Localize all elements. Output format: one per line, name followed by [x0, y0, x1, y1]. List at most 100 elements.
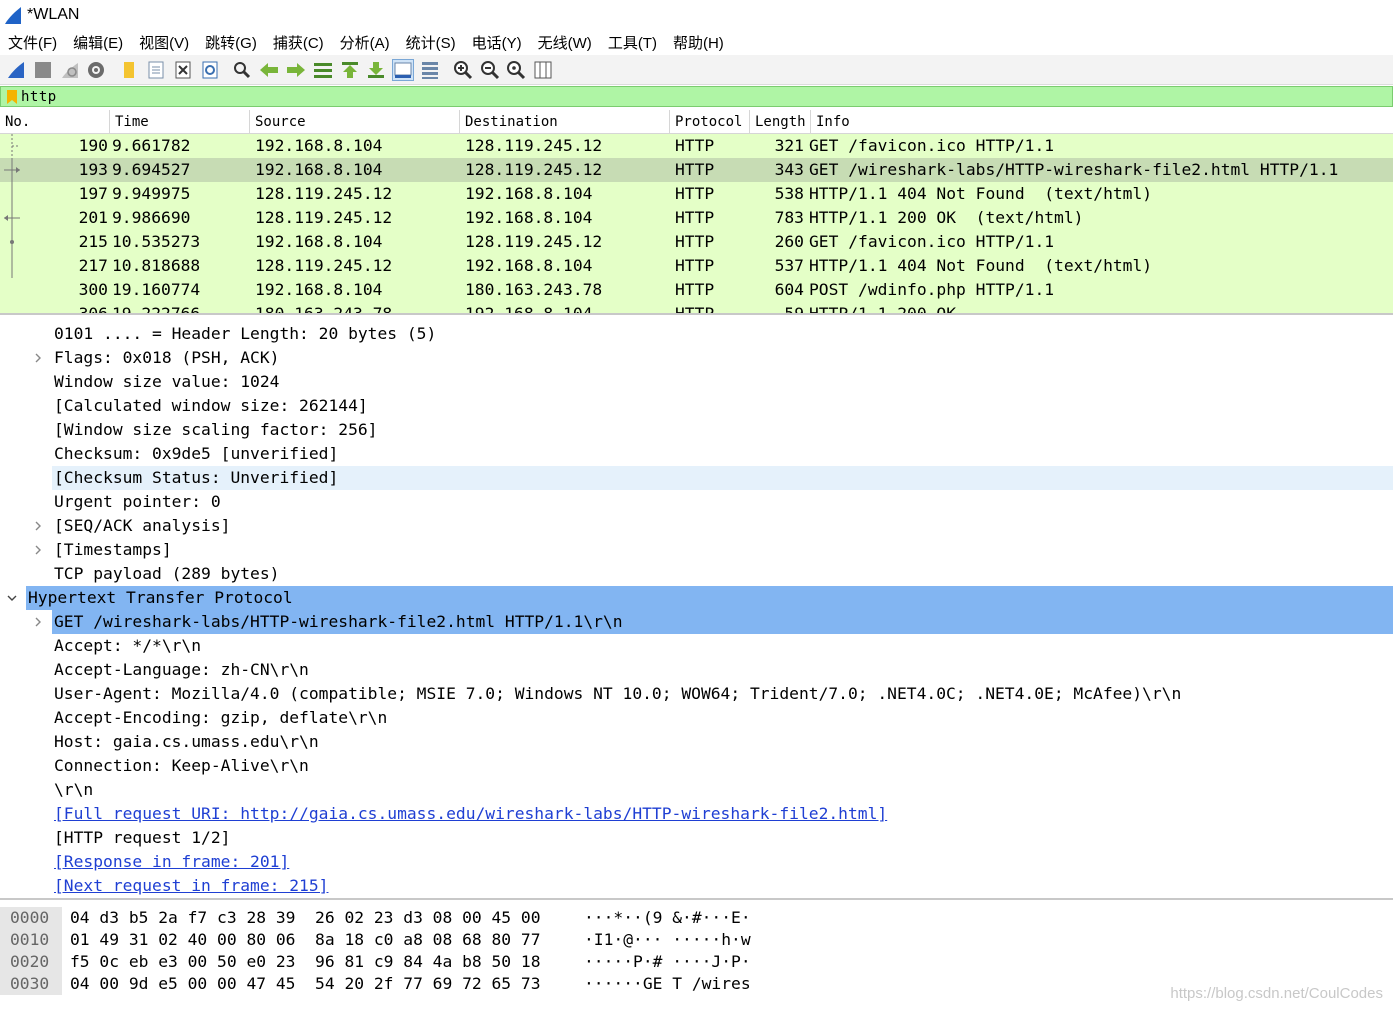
detail-row[interactable]: [Response in frame: 201] — [0, 850, 1393, 874]
packet-row[interactable]: 217 10.818688 128.119.245.12 192.168.8.104 H… — [0, 254, 1393, 278]
find-packet-button[interactable] — [231, 59, 253, 81]
packet-row[interactable]: 201 9.986690 128.119.245.12 192.168.8.104 HT… — [0, 206, 1393, 230]
bytes-ascii[interactable]: ·····P·# ····J·P· — [580, 951, 751, 973]
zoom-in-button[interactable] — [452, 59, 474, 81]
packet-row[interactable]: 193 9.694527 192.168.8.104 128.119.245.12 HT… — [0, 158, 1393, 182]
chevron-right-icon[interactable] — [31, 346, 45, 370]
start-capture-button[interactable] — [5, 59, 27, 81]
detail-row[interactable]: GET /wireshark-labs/HTTP-wireshark-file2… — [0, 610, 1393, 634]
detail-link[interactable]: [Next request in frame: 215] — [54, 874, 328, 898]
detail-row[interactable]: Accept-Language: zh-CN\r\n — [0, 658, 1393, 682]
bytes-row[interactable]: 0000 04 d3 b5 2a f7 c3 28 39 26 02 23 d3 … — [0, 907, 1393, 929]
packet-row[interactable]: 306 19.222766 180.163.243.78 192.168.8.104 H… — [0, 302, 1393, 313]
bytes-hex[interactable]: 04 00 9d e5 00 00 47 45 54 20 2f 77 69 7… — [62, 973, 580, 995]
resize-columns-button[interactable] — [532, 59, 554, 81]
detail-row[interactable]: Urgent pointer: 0 — [0, 490, 1393, 514]
menu-go[interactable]: 跳转(G) — [197, 32, 265, 53]
detail-row[interactable]: Window size value: 1024 — [0, 370, 1393, 394]
packet-row[interactable]: 215 10.535273 192.168.8.104 128.119.245.12 H… — [0, 230, 1393, 254]
detail-row[interactable]: \r\n — [0, 778, 1393, 802]
chevron-right-icon[interactable] — [31, 610, 45, 634]
menu-wireless[interactable]: 无线(W) — [530, 32, 600, 53]
reload-file-button[interactable] — [199, 59, 221, 81]
column-header-protocol[interactable]: Protocol — [670, 110, 750, 133]
go-forward-button[interactable] — [285, 59, 307, 81]
detail-row[interactable]: [Full request URI: http://gaia.cs.umass.… — [0, 802, 1393, 826]
bytes-hex[interactable]: 04 d3 b5 2a f7 c3 28 39 26 02 23 d3 08 0… — [62, 907, 580, 929]
menu-view[interactable]: 视图(V) — [131, 32, 197, 53]
close-file-button[interactable] — [172, 59, 194, 81]
auto-scroll-button[interactable] — [392, 58, 415, 81]
packet-length: 604 — [774, 280, 804, 299]
column-header-no[interactable]: No. — [0, 110, 110, 133]
column-header-time[interactable]: Time — [110, 110, 250, 133]
normal-size-button[interactable] — [505, 59, 527, 81]
go-last-button[interactable] — [365, 59, 387, 81]
bytes-row[interactable]: 0010 01 49 31 02 40 00 80 06 8a 18 c0 a8 … — [0, 929, 1393, 951]
detail-row[interactable]: [Next request in frame: 215] — [0, 874, 1393, 898]
packet-details-pane[interactable]: 0101 .... = Header Length: 20 bytes (5) F… — [0, 322, 1393, 900]
detail-link[interactable]: [Full request URI: http://gaia.cs.umass.… — [54, 802, 887, 826]
chevron-down-icon[interactable] — [5, 586, 19, 610]
menu-file[interactable]: 文件(F) — [0, 32, 65, 53]
bookmark-icon[interactable] — [6, 89, 18, 105]
bytes-row[interactable]: 0020 f5 0c eb e3 00 50 e0 23 96 81 c9 84 … — [0, 951, 1393, 973]
chevron-right-icon[interactable] — [31, 538, 45, 562]
detail-row[interactable]: [Checksum Status: Unverified] — [0, 466, 1393, 490]
bytes-ascii[interactable]: ···*··(9 &·#···E· — [580, 907, 751, 929]
menu-tools[interactable]: 工具(T) — [600, 32, 665, 53]
detail-row[interactable]: Accept-Encoding: gzip, deflate\r\n — [0, 706, 1393, 730]
chevron-right-icon[interactable] — [31, 514, 45, 538]
column-header-info[interactable]: Info — [811, 110, 1393, 133]
column-header-source[interactable]: Source — [250, 110, 460, 133]
detail-text: Accept: */*\r\n — [54, 636, 202, 655]
packet-row[interactable]: 190 9.661782 192.168.8.104 128.119.245.12 HT… — [0, 134, 1393, 158]
detail-row[interactable]: [Timestamps] — [0, 538, 1393, 562]
detail-link[interactable]: [Response in frame: 201] — [54, 850, 289, 874]
display-filter-bar[interactable]: http — [0, 86, 1393, 107]
menu-edit[interactable]: 编辑(E) — [65, 32, 131, 53]
packet-list[interactable]: No. Time Source Destination Protocol Len… — [0, 110, 1393, 315]
go-back-button[interactable] — [258, 59, 280, 81]
column-header-length[interactable]: Length — [750, 110, 811, 133]
zoom-out-button[interactable] — [479, 59, 501, 81]
capture-options-button[interactable] — [85, 59, 107, 81]
colorize-button[interactable] — [419, 59, 441, 81]
packet-row[interactable]: 197 9.949975 128.119.245.12 192.168.8.104 HT… — [0, 182, 1393, 206]
detail-row[interactable]: [Calculated window size: 262144] — [0, 394, 1393, 418]
detail-row[interactable]: Checksum: 0x9de5 [unverified] — [0, 442, 1393, 466]
go-first-button[interactable] — [339, 59, 361, 81]
menu-telephony[interactable]: 电话(Y) — [464, 32, 530, 53]
menu-help[interactable]: 帮助(H) — [665, 32, 732, 53]
detail-row[interactable]: 0101 .... = Header Length: 20 bytes (5) — [0, 322, 1393, 346]
display-filter-input[interactable]: http — [21, 89, 57, 105]
detail-row[interactable]: Connection: Keep-Alive\r\n — [0, 754, 1393, 778]
detail-row[interactable]: User-Agent: Mozilla/4.0 (compatible; MSI… — [0, 682, 1393, 706]
detail-row[interactable]: Flags: 0x018 (PSH, ACK) — [0, 346, 1393, 370]
detail-row[interactable]: TCP payload (289 bytes) — [0, 562, 1393, 586]
detail-row[interactable]: [SEQ/ACK analysis] — [0, 514, 1393, 538]
stop-icon — [34, 61, 51, 78]
menu-analyze[interactable]: 分析(A) — [332, 32, 398, 53]
bytes-hex[interactable]: f5 0c eb e3 00 50 e0 23 96 81 c9 84 4a b… — [62, 951, 580, 973]
packet-source: 192.168.8.104 — [255, 232, 383, 251]
detail-row[interactable]: Hypertext Transfer Protocol — [0, 586, 1393, 610]
restart-capture-button[interactable] — [59, 59, 81, 81]
menu-capture[interactable]: 捕获(C) — [265, 32, 332, 53]
detail-row[interactable]: [Window size scaling factor: 256] — [0, 418, 1393, 442]
packet-list-header: No. Time Source Destination Protocol Len… — [0, 110, 1393, 134]
open-file-button[interactable] — [118, 59, 140, 81]
bytes-hex[interactable]: 01 49 31 02 40 00 80 06 8a 18 c0 a8 08 6… — [62, 929, 580, 951]
menu-statistics[interactable]: 统计(S) — [398, 32, 464, 53]
packet-length: 343 — [774, 160, 804, 179]
bytes-ascii[interactable]: ······GE T /wires — [580, 973, 751, 995]
column-header-destination[interactable]: Destination — [460, 110, 670, 133]
bytes-ascii[interactable]: ·I1·@··· ·····h·w — [580, 929, 751, 951]
detail-row[interactable]: Host: gaia.cs.umass.edu\r\n — [0, 730, 1393, 754]
go-to-packet-button[interactable] — [312, 59, 334, 81]
save-file-button[interactable] — [145, 59, 167, 81]
detail-row[interactable]: Accept: */*\r\n — [0, 634, 1393, 658]
detail-row[interactable]: [HTTP request 1/2] — [0, 826, 1393, 850]
packet-row[interactable]: 300 19.160774 192.168.8.104 180.163.243.78 H… — [0, 278, 1393, 302]
stop-capture-button[interactable] — [32, 59, 54, 81]
